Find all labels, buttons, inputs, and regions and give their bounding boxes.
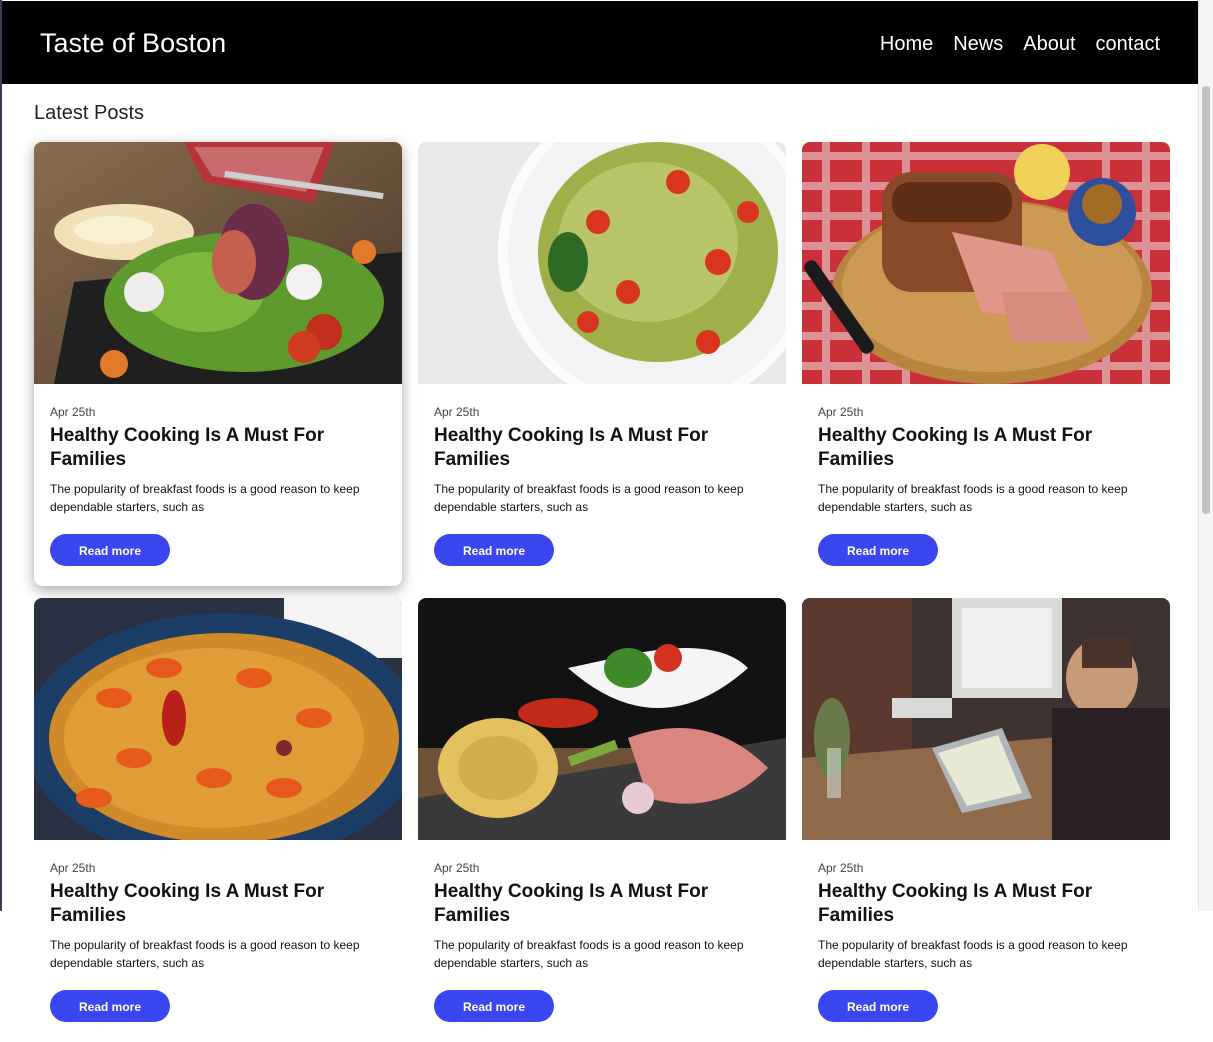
post-date: Apr 25th xyxy=(434,861,480,875)
post-body: Apr 25th Healthy Cooking Is A Must For F… xyxy=(418,840,786,1042)
post-body: Apr 25th Healthy Cooking Is A Must For F… xyxy=(802,384,1170,586)
post-date: Apr 25th xyxy=(818,405,864,419)
post-body: Apr 25th Healthy Cooking Is A Must For F… xyxy=(802,840,1170,1042)
post-date: Apr 25th xyxy=(50,405,96,419)
post-title[interactable]: Healthy Cooking Is A Must For Families xyxy=(818,424,1154,472)
nav-contact-link[interactable]: contact xyxy=(1096,31,1160,57)
site-brand[interactable]: Taste of Boston xyxy=(40,25,226,61)
post-title[interactable]: Healthy Cooking Is A Must For Families xyxy=(818,880,1154,928)
post-title[interactable]: Healthy Cooking Is A Must For Families xyxy=(434,880,770,928)
site-header: Taste of Boston Home News About contact xyxy=(2,1,1198,84)
post-card[interactable]: Apr 25th Healthy Cooking Is A Must For F… xyxy=(34,142,402,586)
post-card[interactable]: Apr 25th Healthy Cooking Is A Must For F… xyxy=(34,598,402,1042)
post-title[interactable]: Healthy Cooking Is A Must For Families xyxy=(434,424,770,472)
post-body: Apr 25th Healthy Cooking Is A Must For F… xyxy=(34,384,402,586)
post-date: Apr 25th xyxy=(818,861,864,875)
read-more-button[interactable]: Read more xyxy=(434,534,554,566)
post-excerpt: The popularity of breakfast foods is a g… xyxy=(50,482,360,514)
read-more-button[interactable]: Read more xyxy=(50,534,170,566)
nav-home-link[interactable]: Home xyxy=(880,31,933,57)
post-date: Apr 25th xyxy=(434,405,480,419)
post-image-pasta[interactable] xyxy=(418,142,786,384)
post-image-paella[interactable] xyxy=(34,598,402,840)
post-excerpt: The popularity of breakfast foods is a g… xyxy=(50,938,360,970)
post-image-pasta-ham[interactable] xyxy=(418,598,786,840)
post-body: Apr 25th Healthy Cooking Is A Must For F… xyxy=(34,840,402,1042)
post-card[interactable]: Apr 25th Healthy Cooking Is A Must For F… xyxy=(418,598,786,1042)
post-excerpt: The popularity of breakfast foods is a g… xyxy=(818,938,1128,970)
post-image-salad[interactable] xyxy=(34,142,402,384)
read-more-button[interactable]: Read more xyxy=(818,990,938,1022)
read-more-button[interactable]: Read more xyxy=(818,534,938,566)
nav-about-link[interactable]: About xyxy=(1023,31,1075,57)
post-title[interactable]: Healthy Cooking Is A Must For Families xyxy=(50,424,386,472)
post-excerpt: The popularity of breakfast foods is a g… xyxy=(818,482,1128,514)
scrollbar-thumb[interactable] xyxy=(1202,86,1210,514)
post-card[interactable]: Apr 25th Healthy Cooking Is A Must For F… xyxy=(418,142,786,586)
post-card[interactable]: Apr 25th Healthy Cooking Is A Must For F… xyxy=(802,598,1170,1042)
post-excerpt: The popularity of breakfast foods is a g… xyxy=(434,938,744,970)
post-excerpt: The popularity of breakfast foods is a g… xyxy=(434,482,744,514)
main-nav: Home News About contact xyxy=(860,31,1160,57)
section-title: Latest Posts xyxy=(34,102,145,124)
post-image-meatloaf[interactable] xyxy=(802,142,1170,384)
nav-news-link[interactable]: News xyxy=(953,31,1003,57)
read-more-button[interactable]: Read more xyxy=(434,990,554,1022)
post-image-laptop[interactable] xyxy=(802,598,1170,840)
post-date: Apr 25th xyxy=(50,861,96,875)
window-edge xyxy=(0,0,2,911)
post-title[interactable]: Healthy Cooking Is A Must For Families xyxy=(50,880,386,928)
post-body: Apr 25th Healthy Cooking Is A Must For F… xyxy=(418,384,786,586)
post-card[interactable]: Apr 25th Healthy Cooking Is A Must For F… xyxy=(802,142,1170,586)
read-more-button[interactable]: Read more xyxy=(50,990,170,1022)
